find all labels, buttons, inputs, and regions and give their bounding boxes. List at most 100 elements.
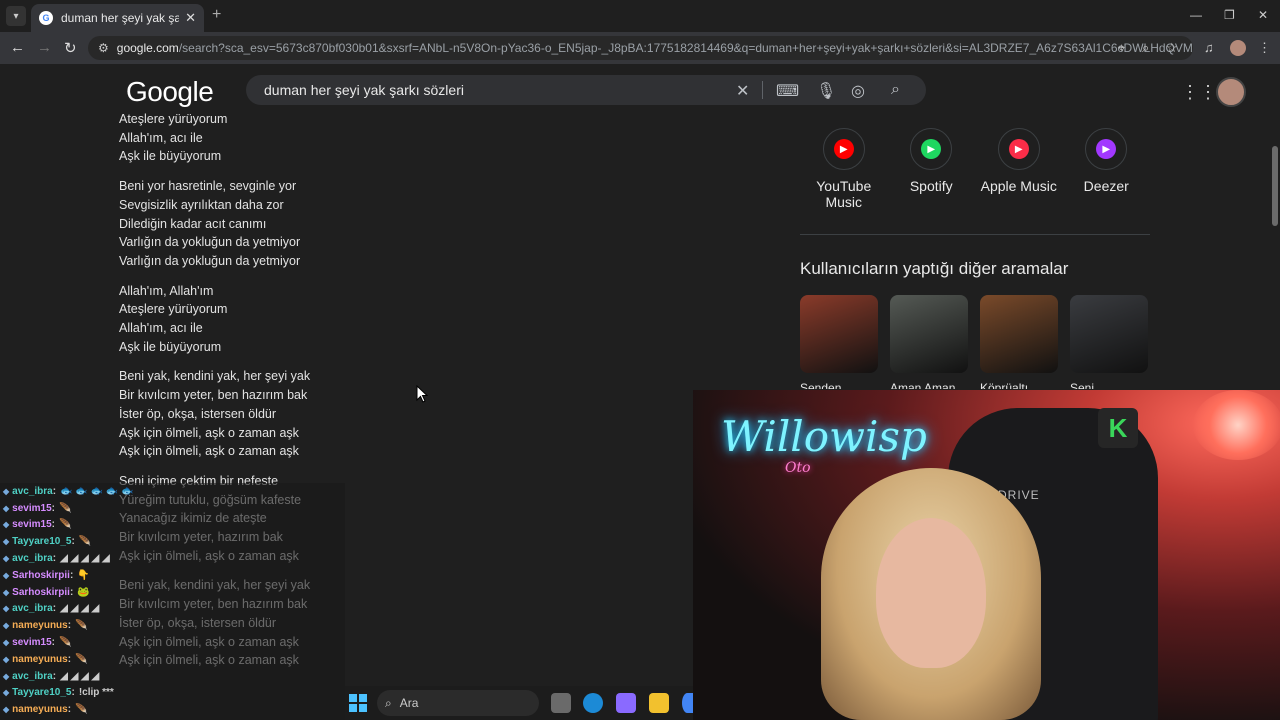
other-search-label: Aman Aman [890, 381, 956, 389]
chat-message: ◆ avc_ibra: 🐟 🐟 🐟 🐟 🐟 [0, 483, 345, 500]
scrollbar-thumb[interactable] [1272, 146, 1278, 226]
bookmark-star-icon[interactable]: ☆ [1166, 40, 1178, 56]
site-info-icon[interactable]: ⚙ [98, 41, 109, 55]
platform-link[interactable]: ▶ YouTube Music [800, 128, 888, 210]
chat-username: avc_ibra [12, 553, 53, 565]
chat-message: ◆ sevim15: 🪶 [0, 517, 345, 534]
chat-username: sevim15 [12, 637, 52, 649]
clear-search-icon[interactable]: ✕ [736, 81, 749, 101]
maximize-button[interactable]: ❐ [1224, 8, 1235, 22]
chat-separator: : [52, 670, 57, 682]
chat-message: ◆ avc_ibra: ◢ ◢ ◢ ◢ ◢ [0, 550, 345, 567]
task-view-icon[interactable] [551, 693, 571, 713]
new-tab-button[interactable]: + [212, 6, 221, 24]
webcam-overlay: DRIVE K Willowisp Oto [693, 390, 1280, 720]
close-tab-icon[interactable]: ✕ [185, 10, 196, 26]
chat-badge-icon: ◆ [3, 705, 10, 715]
reload-button[interactable]: ↻ [64, 39, 77, 57]
forward-button[interactable]: → [37, 39, 52, 56]
chat-message: ◆ nameyunus: 🪶 [0, 701, 345, 718]
file-explorer-icon[interactable] [649, 693, 669, 713]
platform-icon-circle: ▶ [1085, 128, 1128, 170]
lyric-line: Aşk için ölmeli, aşk o zaman aşk [119, 425, 299, 440]
other-search-label: Köprüaltı [980, 381, 1029, 389]
chat-username: avc_ibra [12, 603, 53, 615]
chat-username: nameyunus [12, 704, 68, 716]
browser-menu-icon[interactable]: ⋮ [1258, 40, 1271, 56]
other-search-label: Seni [1070, 381, 1095, 389]
google-logo[interactable]: Google [126, 76, 214, 108]
lyric-line: Sevgisizlik ayrılıktan daha zor [119, 197, 284, 212]
microphone-icon[interactable]: 🎙 [816, 81, 836, 101]
url-field[interactable]: ⚙ google.com /search?sca_esv=5673c870bf0… [88, 36, 1193, 60]
search-input[interactable] [264, 80, 724, 100]
chat-badge-icon: ◆ [3, 520, 10, 530]
chat-username: Tayyare10_5 [12, 536, 72, 548]
other-search-card[interactable]: Aman Aman [890, 295, 968, 389]
other-search-card[interactable]: Seni [1070, 295, 1148, 389]
other-search-thumbnail [980, 295, 1058, 373]
lens-icon[interactable]: ◎ [851, 81, 865, 101]
lyric-line: Ateşlere yürüyorum [119, 112, 228, 126]
chat-badge-icon: ◆ [3, 671, 10, 681]
zoom-icon[interactable]: ⌕ [1142, 40, 1149, 56]
chat-message: ◆ sevim15: 🪶 [0, 500, 345, 517]
platform-link[interactable]: ▶ Apple Music [975, 128, 1063, 210]
platform-icon-circle: ▶ [822, 128, 865, 170]
profile-avatar[interactable] [1230, 40, 1246, 56]
search-icon[interactable]: ⌕ [891, 81, 900, 99]
chat-text: 🪶 [58, 502, 72, 514]
tab-active[interactable]: G duman her şeyi yak şarkı sözleri ✕ [31, 4, 204, 32]
url-path: /search?sca_esv=5673c870bf030b01&sxsrf=A… [178, 41, 1193, 55]
lamp-light [1193, 390, 1280, 460]
stream-chat-overlay: ◆ avc_ibra: 🐟 🐟 🐟 🐟 🐟 ◆ sevim15: 🪶 ◆ sevim15: 🪶 ◆… [0, 483, 345, 720]
platform-link[interactable]: ▶ Deezer [1063, 128, 1151, 210]
chat-text: 🪶 [58, 637, 72, 649]
address-bar-row: ← → ↻ ⚙ google.com /search?sca_esv=5673c… [0, 32, 1280, 64]
platform-link[interactable]: ▶ Spotify [888, 128, 976, 210]
back-button[interactable]: ← [10, 39, 25, 56]
media-control-icon[interactable]: ♫ [1204, 40, 1214, 55]
lyric-line: Bir kıvılcım yeter, ben hazırım bak [119, 388, 308, 403]
chat-text: ◢ ◢ ◢ ◢ ◢ [60, 553, 110, 565]
chrome-icon[interactable] [682, 693, 693, 713]
chat-badge-icon: ◆ [3, 537, 10, 547]
lyric-line: Aşk için ölmeli, aşk o zaman aşk [119, 444, 299, 459]
platform-label: Spotify [909, 178, 953, 194]
google-favicon-icon: G [39, 11, 53, 25]
chat-text: ◢ ◢ ◢ ◢ [60, 603, 100, 615]
other-search-card[interactable]: Senden [800, 295, 878, 389]
other-search-card[interactable]: Köprüaltı [980, 295, 1058, 389]
other-search-thumbnail [800, 295, 878, 373]
window-close-button[interactable]: ✕ [1258, 8, 1268, 22]
chat-separator: : [71, 536, 75, 548]
edge-icon[interactable] [583, 693, 603, 713]
chat-badge-icon: ◆ [3, 587, 10, 597]
chat-username: avc_ibra [12, 670, 53, 682]
search-divider [762, 81, 763, 99]
location-icon[interactable]: ⌖ [1118, 40, 1125, 56]
chat-message: ◆ nameyunus: 🪶 [0, 651, 345, 668]
taskbar-search[interactable]: ⌕ Ara [377, 690, 539, 716]
other-searches-list: Senden Aman Aman Köprüaltı Seni [800, 295, 1148, 389]
chat-text: 🪶 [58, 519, 72, 531]
streamer-face [876, 518, 986, 668]
other-search-thumbnail [890, 295, 968, 373]
chat-badge-icon: ◆ [3, 486, 10, 496]
minimize-button[interactable]: — [1190, 8, 1202, 22]
chat-text: 🪶 [75, 704, 88, 716]
chat-separator: : [51, 502, 55, 514]
tab-search-button[interactable]: ▾ [6, 6, 26, 26]
apple-music-icon: ▶ [1008, 139, 1029, 159]
copilot-icon[interactable] [616, 693, 636, 713]
windows-start-icon[interactable] [349, 694, 367, 712]
chat-separator: : [69, 586, 74, 598]
lyrics-stanza: Beni yor hasretinle, sevginle yor Sevgisi… [119, 177, 519, 271]
chat-username: avc_ibra [12, 485, 53, 497]
lyrics-stanza: Ateşlere yürüyorum Allah'ım, acı ile Aşk i… [119, 110, 519, 166]
keyboard-icon[interactable]: ⌨ [776, 81, 799, 101]
search-box[interactable]: ✕ ⌨ 🎙 ◎ ⌕ [246, 75, 926, 105]
chat-username: nameyunus [12, 653, 68, 665]
account-avatar[interactable] [1216, 77, 1246, 107]
lyric-line: Aşk ile büyüyorum [119, 149, 222, 164]
